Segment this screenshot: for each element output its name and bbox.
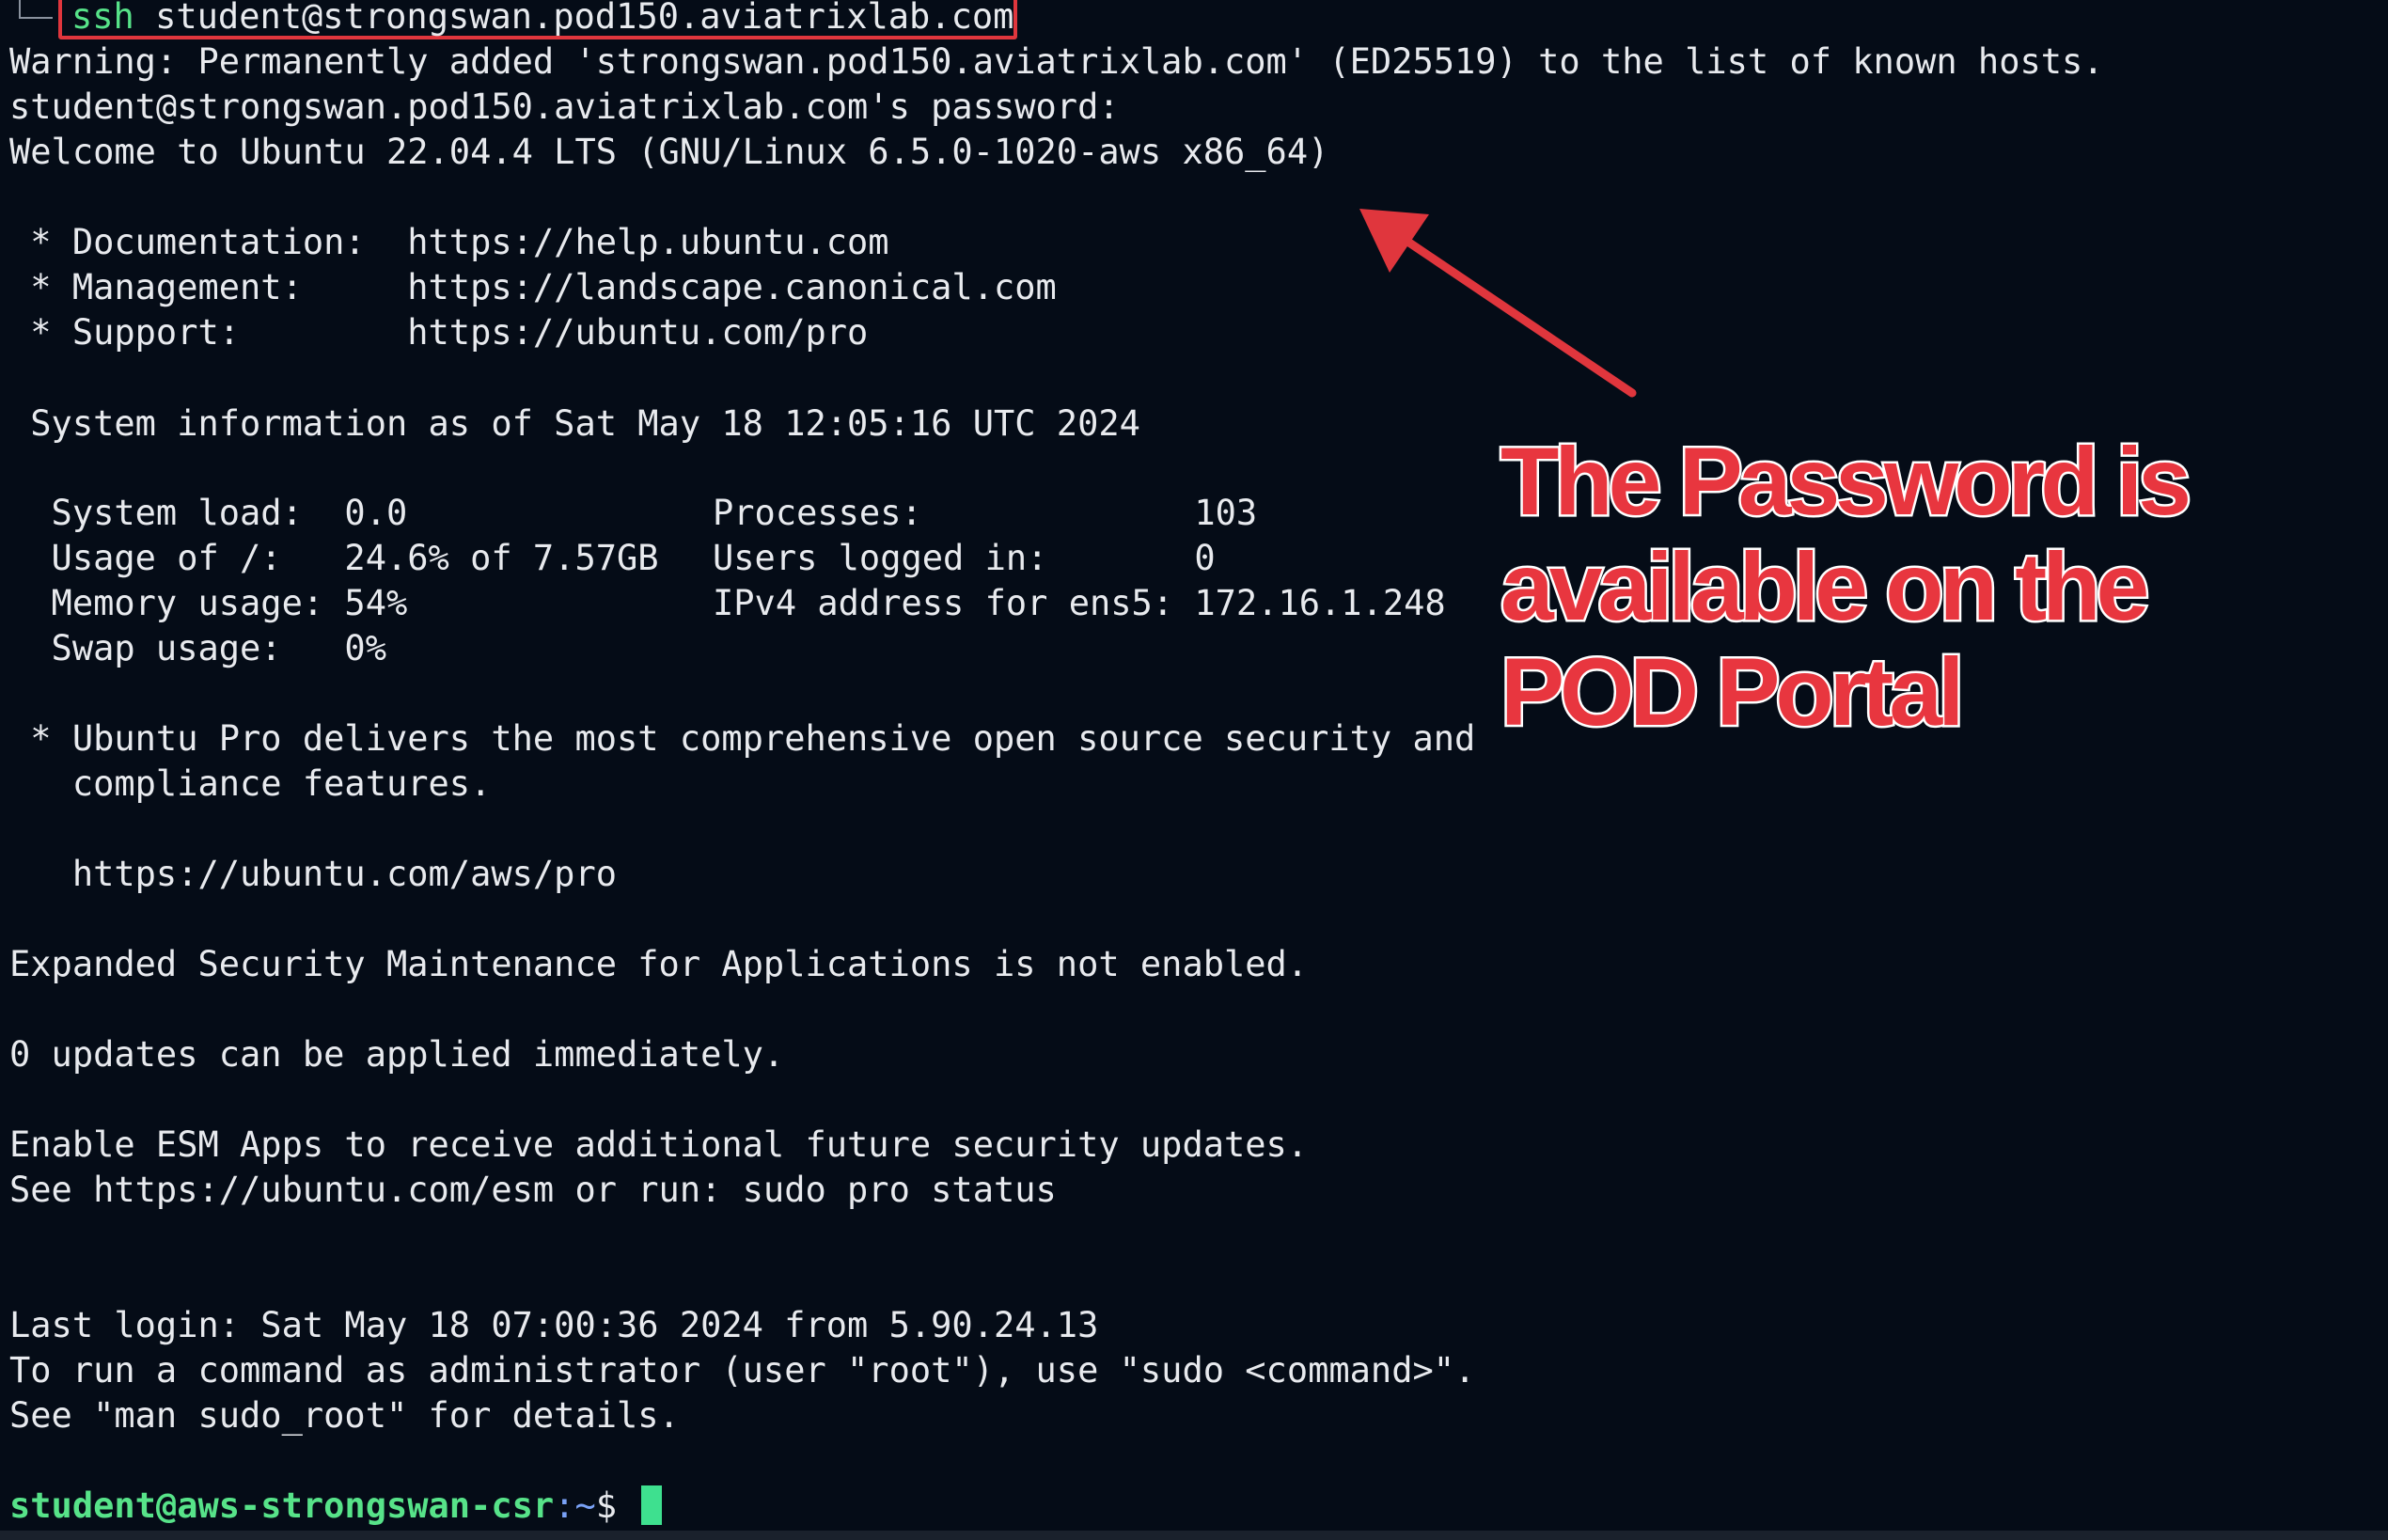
annotation-line-1: The Password is [1499,427,2194,537]
ssh-command: ssh student@strongswan.pod150.aviatrixla… [71,0,1013,39]
arrow-shaft [1396,232,1637,398]
terminal-bottom-edge [0,1531,2388,1540]
last-login-line: Last login: Sat May 18 07:00:36 2024 fro… [9,1305,1099,1345]
prompt-path: :~ [554,1485,596,1526]
updates-line: 0 updates can be applied immediately. [9,1034,785,1075]
esm-apps-line-2: See https://ubuntu.com/esm or run: sudo … [9,1170,1057,1210]
esm-status-line: Expanded Security Maintenance for Applic… [9,944,1309,984]
system-load: System load: 0.0 [9,493,408,533]
esm-apps-line-1: Enable ESM Apps to receive additional fu… [9,1124,1309,1165]
sudo-hint-line: To run a command as administrator (user … [9,1350,1476,1391]
memory-usage: Memory usage: 54% [9,583,408,623]
sudo-root-hint-line: See "man sudo_root" for details. [9,1395,680,1436]
ipv4-address: IPv4 address for ens5: 172.16.1.248 [713,583,1446,623]
annotation-line-3: POD Portal [1499,637,1967,747]
password-annotation: The Password is available on the POD Por… [1499,427,2347,747]
documentation-link-line: * Documentation: https://help.ubuntu.com [9,222,889,262]
ubuntu-pro-line-1: * Ubuntu Pro delivers the most comprehen… [9,718,1476,759]
text-cursor [641,1485,663,1525]
terminal-window[interactable]: ssh student@strongswan.pod150.aviatrixla… [0,0,2388,1540]
management-link-line: * Management: https://landscape.canonica… [9,267,1057,307]
processes-count: Processes: 103 [713,493,1258,533]
password-prompt: student@strongswan.pod150.aviatrixlab.co… [9,86,1120,127]
swap-usage: Swap usage: 0% [9,628,386,668]
ssh-target: student@strongswan.pod150.aviatrixlab.co… [134,0,1014,37]
prompt-user-host: student@aws-strongswan-csr [9,1485,555,1526]
ubuntu-pro-link: https://ubuntu.com/aws/pro [9,854,618,894]
shell-prompt[interactable]: student@aws-strongswan-csr:~$ [9,1484,663,1529]
system-info-header: System information as of Sat May 18 12:0… [9,403,1140,444]
arrow-head-icon [1359,209,1429,273]
annotation-line-2: available on the [1499,532,2152,642]
support-link-line: * Support: https://ubuntu.com/pro [9,312,869,353]
known-hosts-warning: Warning: Permanently added 'strongswan.p… [9,41,2104,82]
ssh-keyword: ssh [71,0,134,37]
prompt-symbol: $ [595,1485,638,1526]
welcome-line: Welcome to Ubuntu 22.04.4 LTS (GNU/Linux… [9,132,1329,172]
ubuntu-pro-line-2: compliance features. [9,763,492,804]
terminal-corner-decoration [19,0,53,19]
disk-usage: Usage of /: 24.6% of 7.57GB [9,538,659,578]
users-logged-in: Users logged in: 0 [713,538,1216,578]
